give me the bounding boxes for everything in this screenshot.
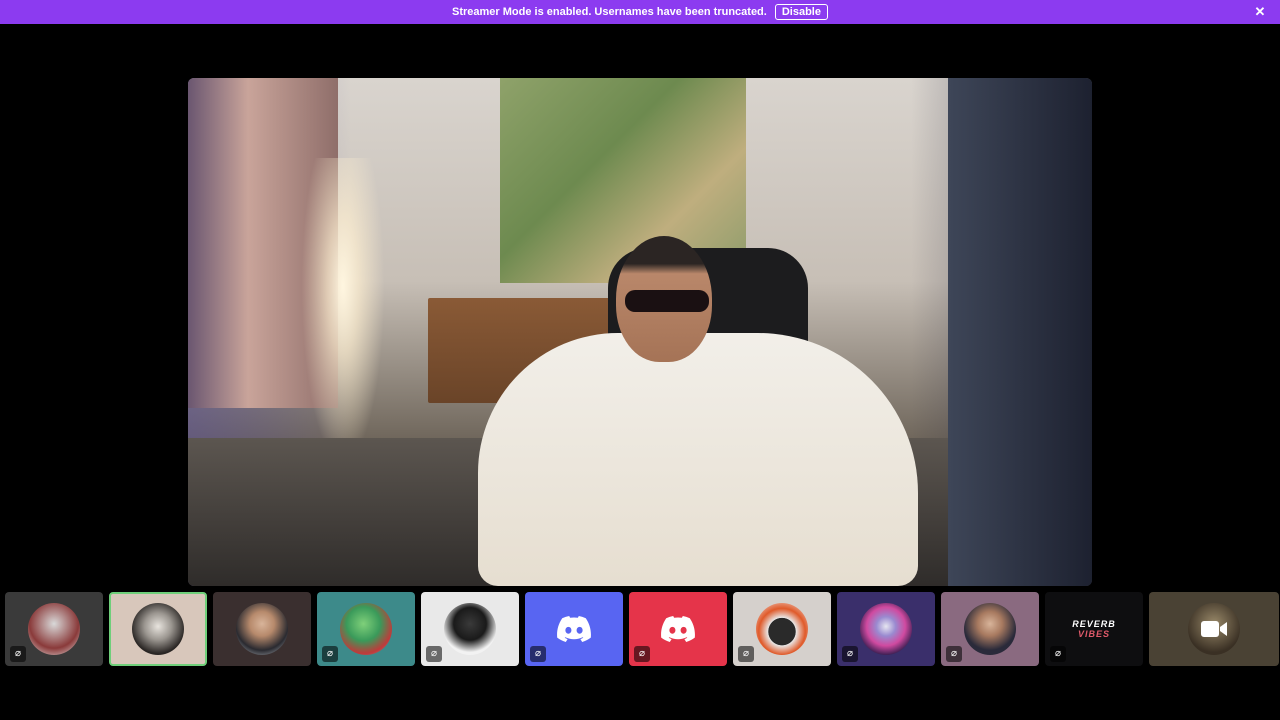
participant-tile-selected[interactable] <box>109 592 207 666</box>
muted-icon: ⌀ <box>842 646 858 662</box>
participant-tile[interactable]: ⌀ <box>5 592 103 666</box>
camera-icon <box>1201 621 1227 637</box>
avatar <box>28 603 80 655</box>
avatar <box>236 603 288 655</box>
discord-logo-icon <box>557 616 591 642</box>
video-subject-body <box>478 333 918 586</box>
participant-tile[interactable]: ⌀ <box>629 592 727 666</box>
close-icon[interactable]: ✕ <box>1252 4 1268 20</box>
muted-icon: ⌀ <box>738 646 754 662</box>
participant-strip: ⌀ ⌀ ⌀ ⌀ ⌀ ⌀ ⌀ ⌀ REVERB VIBES ⌀ <box>5 592 1279 666</box>
reverb-vibes-logo: REVERB VIBES <box>1072 619 1116 639</box>
main-video-stream[interactable] <box>188 78 1092 586</box>
participant-tile[interactable] <box>213 592 311 666</box>
participant-tile[interactable]: REVERB VIBES ⌀ <box>1045 592 1143 666</box>
avatar <box>860 603 912 655</box>
avatar <box>756 603 808 655</box>
avatar <box>444 603 496 655</box>
banner-message: Streamer Mode is enabled. Usernames have… <box>452 6 767 18</box>
muted-icon: ⌀ <box>10 646 26 662</box>
muted-icon: ⌀ <box>322 646 338 662</box>
video-background-window <box>948 78 1092 586</box>
disable-streamer-mode-button[interactable]: Disable <box>774 4 828 20</box>
muted-icon: ⌀ <box>530 646 546 662</box>
muted-icon: ⌀ <box>634 646 650 662</box>
discord-logo-icon <box>661 616 695 642</box>
video-subject-glasses <box>625 290 709 312</box>
participant-tile[interactable]: ⌀ <box>317 592 415 666</box>
camera-tile[interactable] <box>1149 592 1279 666</box>
muted-icon: ⌀ <box>946 646 962 662</box>
participant-tile[interactable]: ⌀ <box>941 592 1039 666</box>
muted-icon: ⌀ <box>426 646 442 662</box>
avatar <box>964 603 1016 655</box>
muted-icon: ⌀ <box>1050 646 1066 662</box>
participant-tile[interactable]: ⌀ <box>525 592 623 666</box>
video-background-lamp <box>298 158 388 478</box>
streamer-mode-banner: Streamer Mode is enabled. Usernames have… <box>0 0 1280 24</box>
avatar <box>132 603 184 655</box>
participant-tile[interactable]: ⌀ <box>837 592 935 666</box>
avatar <box>340 603 392 655</box>
participant-tile[interactable]: ⌀ <box>733 592 831 666</box>
participant-tile[interactable]: ⌀ <box>421 592 519 666</box>
